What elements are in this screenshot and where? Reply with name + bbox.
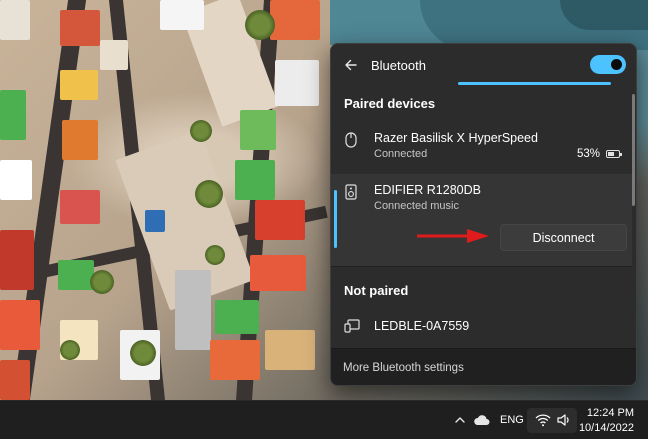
device-name: Razer Basilisk X HyperSpeed [374,131,538,145]
more-bluetooth-settings-link[interactable]: More Bluetooth settings [343,362,464,374]
chevron-up-icon [455,417,465,423]
red-arrow-annotation [417,229,489,243]
device-name: EDIFIER R1280DB [374,183,481,197]
disconnect-button[interactable]: Disconnect [500,224,627,251]
section-divider [331,266,632,267]
device-status: Connected [374,148,428,160]
back-button[interactable] [339,54,363,76]
wifi-icon [535,414,551,427]
device-ledble[interactable]: LEDBLE-0A7559 [331,306,632,346]
bluetooth-toggle[interactable] [590,55,626,74]
cloud-icon[interactable] [473,413,491,427]
language-indicator[interactable]: ENG [500,414,524,426]
volume-icon [557,414,569,426]
mouse-icon [345,132,357,148]
paired-devices-heading: Paired devices [344,96,436,111]
arrow-left-icon [345,59,357,71]
clock-date[interactable]: 10/14/2022 [579,422,634,434]
flyout-footer: More Bluetooth settings [331,348,636,385]
device-razer-basilisk[interactable]: Razer Basilisk X HyperSpeed Connected 53… [331,122,632,174]
flyout-header: Bluetooth [331,44,636,86]
battery-percent: 53% [576,148,600,160]
show-hidden-icons-button[interactable] [452,412,468,428]
bluetooth-flyout: Bluetooth Paired devices Razer Basilisk … [330,43,637,386]
clock-time[interactable]: 12:24 PM [587,407,634,419]
flyout-scrollbar[interactable] [632,94,635,206]
generic-device-icon [344,319,360,333]
flyout-title: Bluetooth [371,58,426,73]
device-name: LEDBLE-0A7559 [374,319,470,333]
not-paired-heading: Not paired [344,283,409,298]
toggle-knob [611,59,622,70]
speaker-icon [345,184,357,200]
taskbar: ENG 12:24 PM 10/14/2022 [0,400,648,439]
scan-progress-bar [458,82,611,85]
device-status: Connected music [374,200,459,212]
battery-indicator: 53% [576,148,622,160]
device-edifier-r1280db[interactable]: EDIFIER R1280DB Connected music [331,174,632,222]
battery-icon [606,150,622,158]
